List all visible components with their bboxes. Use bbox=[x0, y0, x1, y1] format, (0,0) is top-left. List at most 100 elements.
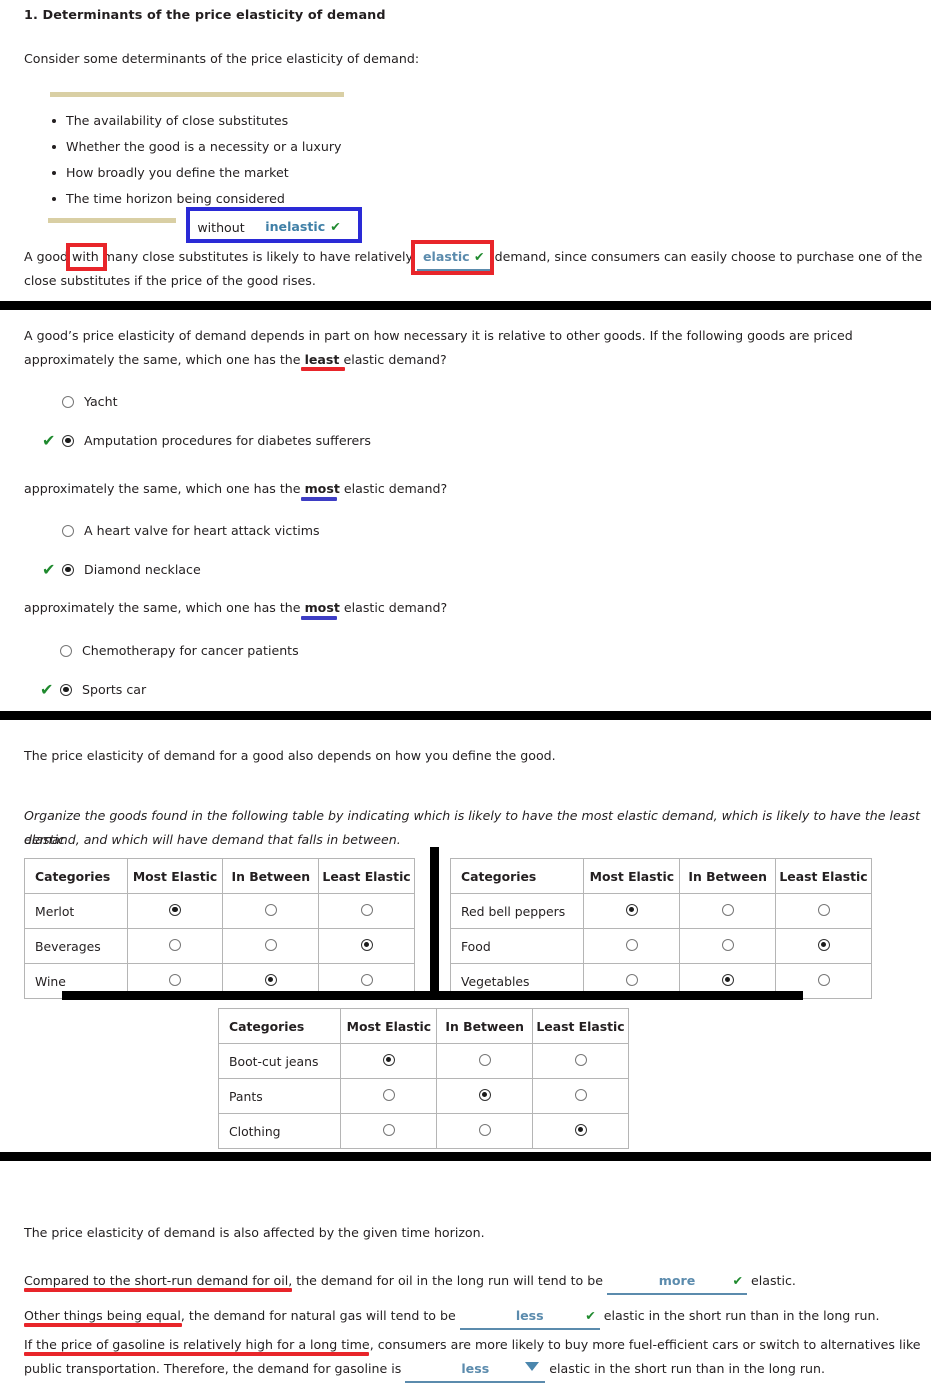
sentence-part-1: A good bbox=[24, 249, 69, 264]
annotation-divider-vertical bbox=[430, 847, 439, 999]
radio-button[interactable] bbox=[817, 938, 830, 951]
option-row[interactable]: ✔ Amputation procedures for diabetes suf… bbox=[42, 431, 371, 450]
radio-button[interactable] bbox=[478, 1088, 491, 1101]
necessity-prompt-group2: approximately the same, which one has th… bbox=[24, 477, 447, 501]
time-horizon-answer-1[interactable]: more ✔ bbox=[607, 1268, 747, 1295]
annotation-underline-sentence-2 bbox=[24, 1323, 182, 1327]
radio-button[interactable] bbox=[382, 1123, 395, 1136]
radio-button[interactable] bbox=[625, 938, 638, 951]
radio-button[interactable] bbox=[62, 434, 74, 447]
radio-button[interactable] bbox=[817, 973, 830, 986]
radio-button[interactable] bbox=[478, 1123, 491, 1136]
option-row[interactable]: ✔ Chemotherapy for cancer patients bbox=[40, 641, 299, 660]
radio-button[interactable] bbox=[382, 1053, 395, 1066]
option-row[interactable]: ✔ A heart valve for heart attack victims bbox=[42, 521, 320, 540]
cell-in-between[interactable] bbox=[436, 1078, 534, 1114]
answer-text: less bbox=[515, 1308, 544, 1323]
option-row[interactable]: ✔ Diamond necklace bbox=[42, 560, 201, 579]
radio-button[interactable] bbox=[817, 903, 830, 916]
option-row[interactable]: ✔ Sports car bbox=[40, 680, 146, 699]
cell-most-elastic[interactable] bbox=[583, 893, 681, 929]
time-horizon-answer-2[interactable]: less ✔ bbox=[459, 1303, 600, 1330]
radio-button[interactable] bbox=[382, 1088, 395, 1101]
table-header-row: Categories Most Elastic In Between Least… bbox=[217, 1008, 629, 1044]
radio-button[interactable] bbox=[264, 903, 277, 916]
col-header-in-between: In Between bbox=[436, 1008, 534, 1044]
option-label: Yacht bbox=[84, 394, 118, 409]
radio-button[interactable] bbox=[574, 1053, 587, 1066]
option-label: A heart valve for heart attack victims bbox=[84, 523, 320, 538]
row-label: Merlot bbox=[24, 893, 128, 929]
row-label: Food bbox=[449, 928, 585, 964]
cell-in-between[interactable] bbox=[222, 893, 320, 929]
cell-most-elastic[interactable] bbox=[340, 1113, 438, 1149]
cell-in-between[interactable] bbox=[679, 928, 777, 964]
radio-button[interactable] bbox=[478, 1053, 491, 1066]
row-label: Red bell peppers bbox=[449, 893, 585, 929]
cell-most-elastic[interactable] bbox=[126, 893, 224, 929]
necessity-prompt-pre: approximately the same, which one has th… bbox=[24, 352, 301, 367]
elasticity-table-1[interactable]: Categories Most Elastic In Between Least… bbox=[24, 858, 415, 999]
radio-button[interactable] bbox=[625, 973, 638, 986]
col-header-least-elastic: Least Elastic bbox=[532, 1008, 629, 1044]
cell-in-between[interactable] bbox=[222, 928, 320, 964]
list-item: How broadly you define the market bbox=[48, 160, 341, 186]
radio-button[interactable] bbox=[62, 563, 74, 576]
sentence-part-2: many close substitutes is likely to have… bbox=[102, 249, 413, 264]
radio-button[interactable] bbox=[169, 938, 182, 951]
cell-least-elastic[interactable] bbox=[532, 1043, 629, 1079]
cell-least-elastic[interactable] bbox=[532, 1113, 629, 1149]
col-header-least-elastic: Least Elastic bbox=[775, 858, 872, 894]
time-horizon-answer-3[interactable]: less bbox=[405, 1356, 546, 1383]
radio-button[interactable] bbox=[360, 938, 373, 951]
elasticity-table-2[interactable]: Categories Most Elastic In Between Least… bbox=[449, 858, 872, 999]
radio-button[interactable] bbox=[625, 903, 638, 916]
radio-button[interactable] bbox=[721, 938, 734, 951]
cell-in-between[interactable] bbox=[436, 1113, 534, 1149]
cell-least-elastic[interactable] bbox=[318, 893, 415, 929]
radio-button[interactable] bbox=[360, 903, 373, 916]
radio-button[interactable] bbox=[60, 644, 72, 657]
annotation-box-red-elastic bbox=[411, 240, 494, 275]
annotation-underline-least-1 bbox=[301, 367, 345, 371]
option-label: Sports car bbox=[82, 682, 147, 697]
sentence-3-post: elastic in the short run than in the lon… bbox=[549, 1361, 825, 1376]
annotation-divider-horizontal bbox=[62, 991, 803, 1000]
col-header-categories: Categories bbox=[24, 858, 128, 894]
cell-most-elastic[interactable] bbox=[126, 928, 224, 964]
radio-button[interactable] bbox=[360, 973, 373, 986]
necessity-prompt-post: elastic demand? bbox=[343, 481, 448, 496]
sentence-2-mid: , the demand for natural gas will tend t… bbox=[180, 1308, 456, 1323]
radio-button[interactable] bbox=[62, 524, 74, 537]
cell-most-elastic[interactable] bbox=[583, 928, 681, 964]
cell-in-between[interactable] bbox=[436, 1043, 534, 1079]
radio-button[interactable] bbox=[721, 903, 734, 916]
col-header-categories: Categories bbox=[449, 858, 585, 894]
radio-button[interactable] bbox=[169, 973, 182, 986]
cell-least-elastic[interactable] bbox=[775, 893, 872, 929]
sentence-3-line2-pre: public transportation. Therefore, the de… bbox=[24, 1361, 402, 1376]
radio-button[interactable] bbox=[721, 973, 734, 986]
cell-least-elastic[interactable] bbox=[532, 1078, 629, 1114]
cell-most-elastic[interactable] bbox=[340, 1043, 438, 1079]
chevron-down-icon[interactable] bbox=[525, 1362, 540, 1371]
radio-button[interactable] bbox=[169, 903, 182, 916]
table-header-row: Categories Most Elastic In Between Least… bbox=[449, 858, 872, 894]
cell-least-elastic[interactable] bbox=[318, 928, 415, 964]
cell-most-elastic[interactable] bbox=[340, 1078, 438, 1114]
radio-button[interactable] bbox=[62, 395, 74, 408]
radio-button[interactable] bbox=[264, 973, 277, 986]
section-separator-2 bbox=[0, 711, 931, 720]
radio-button[interactable] bbox=[574, 1088, 587, 1101]
radio-button[interactable] bbox=[264, 938, 277, 951]
cell-in-between[interactable] bbox=[679, 893, 777, 929]
intro-paragraph: Consider some determinants of the price … bbox=[24, 51, 420, 66]
radio-button[interactable] bbox=[60, 683, 72, 696]
necessity-prompt-line2: approximately the same, which one has th… bbox=[24, 348, 447, 372]
sentence-1-post: elastic. bbox=[751, 1273, 796, 1288]
option-label: Amputation procedures for diabetes suffe… bbox=[84, 433, 371, 448]
cell-least-elastic[interactable] bbox=[775, 928, 872, 964]
elasticity-table-3[interactable]: Categories Most Elastic In Between Least… bbox=[217, 1008, 629, 1149]
option-row[interactable]: ✔ Yacht bbox=[42, 392, 118, 411]
radio-button[interactable] bbox=[574, 1123, 587, 1136]
